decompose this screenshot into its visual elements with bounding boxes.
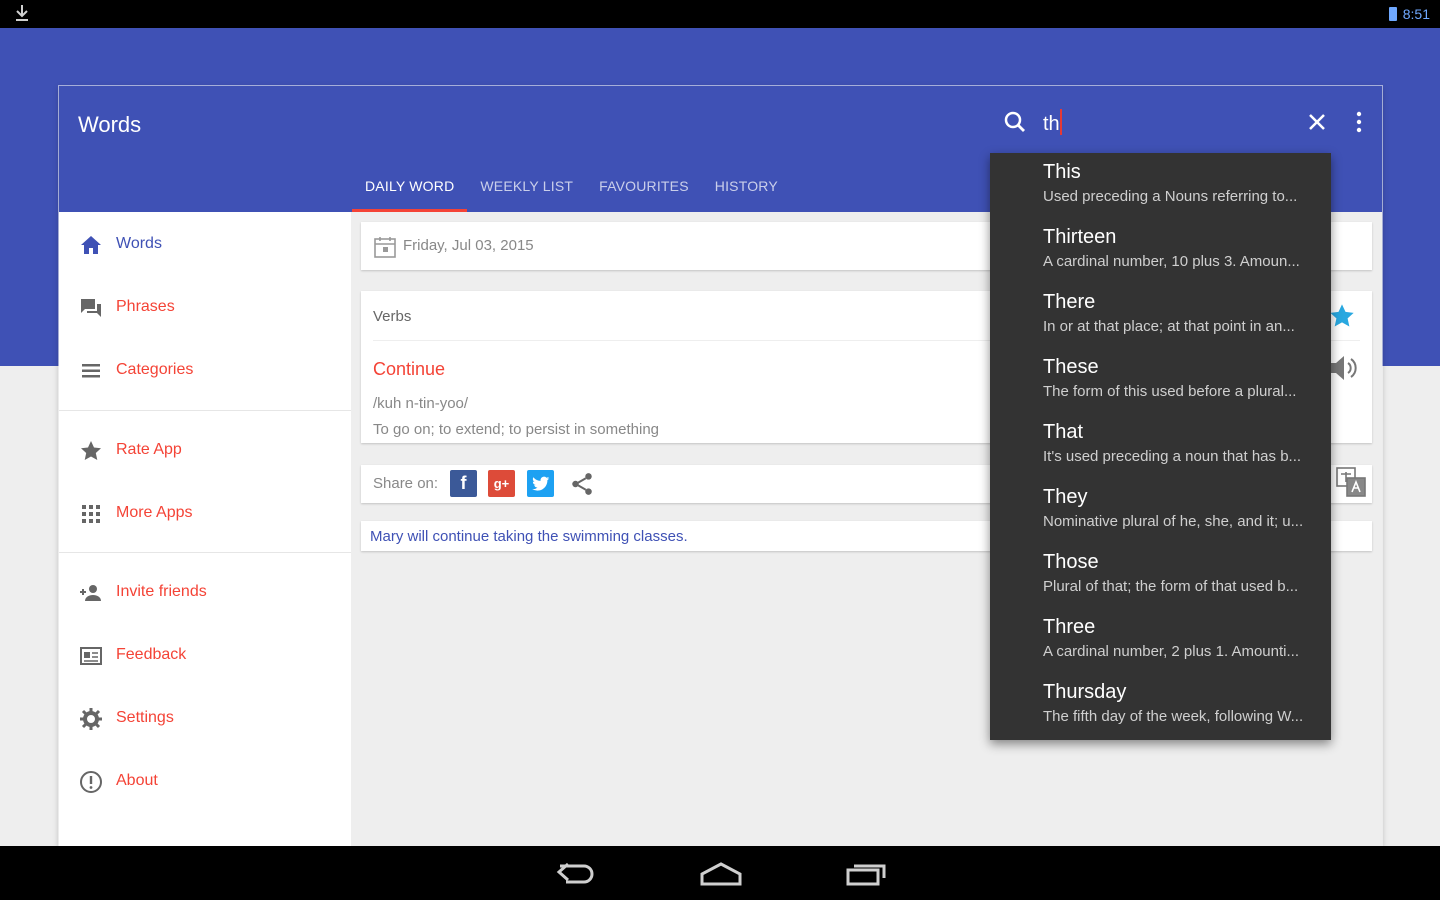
twitter-icon[interactable] — [527, 470, 554, 497]
drawer-item-categories[interactable]: Categories — [59, 346, 351, 396]
suggestion-item[interactable]: This Used preceding a Nouns referring to… — [990, 153, 1331, 218]
suggestion-description: Used preceding a Nouns referring to... — [1043, 188, 1298, 205]
drawer-item-label: Words — [116, 235, 162, 252]
word-pronunciation: /kuh n-tin-yoo/ — [373, 395, 469, 412]
suggestion-item[interactable]: They Nominative plural of he, she, and i… — [990, 478, 1331, 543]
drawer-item-rate-app[interactable]: Rate App — [59, 426, 351, 476]
suggestion-description: The form of this used before a plural... — [1043, 383, 1297, 400]
suggestion-description: In or at that place; at that point in an… — [1043, 318, 1295, 335]
drawer-item-phrases[interactable]: Phrases — [59, 283, 351, 333]
drawer-item-label: Invite friends — [116, 583, 207, 600]
drawer-item-words[interactable]: Words — [59, 220, 351, 270]
drawer-item-label: Rate App — [116, 441, 182, 458]
example-sentence: Mary will continue taking the swimming c… — [370, 528, 688, 545]
tab-bar: DAILY WORD WEEKLY LIST FAVOURITES HISTOR… — [352, 170, 791, 212]
word-title: Continue — [373, 359, 446, 379]
drawer-item-label: Feedback — [116, 646, 187, 663]
suggestion-item[interactable]: These The form of this used before a plu… — [990, 348, 1331, 413]
chat-icon — [81, 299, 101, 317]
add-person-icon — [80, 585, 101, 601]
list-icon — [82, 364, 100, 378]
translate-icon[interactable] — [1335, 466, 1367, 498]
drawer-divider — [59, 410, 351, 411]
calendar-icon — [374, 237, 396, 258]
drawer-item-label: About — [116, 772, 158, 789]
share-label: Share on: — [373, 475, 439, 492]
suggestion-description: It's used preceding a noun that has b... — [1043, 448, 1302, 465]
gear-icon — [80, 708, 102, 730]
word-category: Verbs — [373, 308, 412, 325]
close-icon[interactable] — [1305, 110, 1329, 134]
navigation-drawer: Words Phrases Categories Rate App More A… — [59, 212, 351, 846]
speaker-icon[interactable] — [1328, 354, 1358, 382]
suggestion-item[interactable]: Thursday The fifth day of the week, foll… — [990, 673, 1331, 738]
tab-history[interactable]: HISTORY — [702, 170, 791, 212]
suggestion-title: This — [1043, 161, 1081, 183]
drawer-item-feedback[interactable]: Feedback — [59, 631, 351, 681]
drawer-item-invite-friends[interactable]: Invite friends — [59, 568, 351, 618]
suggestion-item[interactable]: Three A cardinal number, 2 plus 1. Amoun… — [990, 608, 1331, 673]
suggestion-description: A cardinal number, 2 plus 1. Amounti... — [1043, 643, 1299, 660]
suggestion-description: A cardinal number, 10 plus 3. Amoun... — [1043, 253, 1300, 270]
suggestion-description: Nominative plural of he, she, and it; u.… — [1043, 513, 1304, 530]
info-icon — [80, 771, 102, 793]
suggestion-title: Three — [1043, 616, 1096, 638]
suggestion-item[interactable]: Thirteen A cardinal number, 10 plus 3. A… — [990, 218, 1331, 283]
recent-apps-icon[interactable] — [845, 860, 887, 888]
home-icon — [81, 236, 101, 254]
status-right: 8:51 — [1388, 6, 1430, 22]
drawer-item-more-apps[interactable]: More Apps — [59, 489, 351, 539]
suggestion-title: Thursday — [1043, 681, 1127, 703]
status-time: 8:51 — [1402, 6, 1430, 22]
suggestion-description: Plural of that; the form of that used b.… — [1043, 578, 1299, 595]
battery-icon — [1388, 7, 1397, 21]
suggestion-description: The fifth day of the week, following W..… — [1043, 708, 1304, 725]
daily-date: Friday, Jul 03, 2015 — [403, 237, 534, 254]
suggestion-title: That — [1043, 421, 1084, 443]
text-caret — [1060, 109, 1062, 135]
home-nav-icon[interactable] — [699, 860, 743, 888]
search-input[interactable] — [1043, 108, 1263, 140]
status-bar: 8:51 — [0, 0, 1440, 28]
suggestion-item[interactable]: There In or at that place; at that point… — [990, 283, 1331, 348]
drawer-item-about[interactable]: About — [59, 757, 351, 807]
search-suggestions: This Used preceding a Nouns referring to… — [990, 153, 1331, 740]
drawer-item-label: More Apps — [116, 504, 193, 521]
drawer-item-label: Settings — [116, 709, 174, 726]
more-vert-icon[interactable] — [1351, 110, 1367, 134]
drawer-divider — [59, 552, 351, 553]
share-icon[interactable] — [569, 471, 595, 497]
tab-favourites[interactable]: FAVOURITES — [586, 170, 702, 212]
star-icon — [81, 441, 101, 460]
suggestion-title: Those — [1043, 551, 1099, 573]
suggestion-title: These — [1043, 356, 1099, 378]
suggestion-title: Thirteen — [1043, 226, 1117, 248]
suggestion-item[interactable]: That It's used preceding a noun that has… — [990, 413, 1331, 478]
navigation-bar — [0, 846, 1440, 900]
facebook-icon[interactable]: f — [450, 470, 477, 497]
search-icon[interactable] — [1003, 110, 1027, 134]
drawer-item-label: Phrases — [116, 298, 175, 315]
word-definition: To go on; to extend; to persist in somet… — [373, 421, 660, 438]
download-icon — [16, 5, 28, 21]
drawer-item-settings[interactable]: Settings — [59, 694, 351, 744]
apps-grid-icon — [82, 505, 100, 523]
favourite-star-icon[interactable] — [1328, 302, 1356, 330]
suggestion-title: They — [1043, 486, 1088, 508]
tab-weekly-list[interactable]: WEEKLY LIST — [467, 170, 586, 212]
suggestion-title: There — [1043, 291, 1096, 313]
app-title: Words — [78, 112, 142, 137]
google-plus-icon[interactable]: g+ — [488, 470, 515, 497]
back-icon[interactable] — [556, 860, 596, 888]
feedback-icon — [80, 647, 102, 665]
tab-daily-word[interactable]: DAILY WORD — [352, 170, 468, 212]
drawer-item-label: Categories — [116, 361, 194, 378]
suggestion-item[interactable]: Those Plural of that; the form of that u… — [990, 543, 1331, 608]
